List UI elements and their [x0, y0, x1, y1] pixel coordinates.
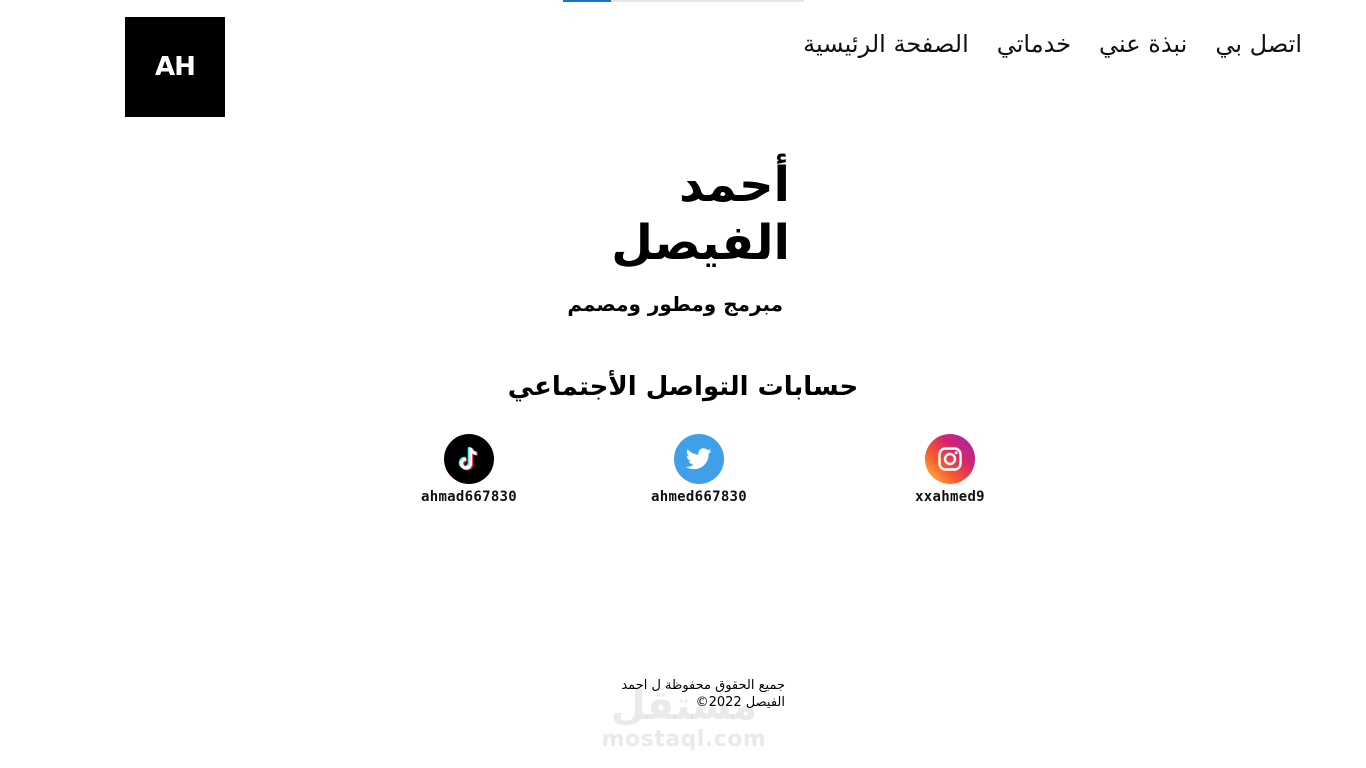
tiktok-handle: ahmad667830 — [420, 489, 518, 505]
twitter-icon[interactable] — [674, 434, 724, 484]
nav-item-services[interactable]: خدماتي — [997, 30, 1071, 58]
hero-name-last: الفيصل — [611, 215, 790, 271]
footer-line-2: الفيصل 2022© — [695, 695, 785, 710]
main-nav: الصفحة الرئيسية خدماتي نبذة عني اتصل بي — [803, 30, 1302, 58]
tiktok-icon[interactable] — [444, 434, 494, 484]
scroll-indicator-thumb — [563, 0, 611, 2]
logo-text: AH — [155, 52, 196, 82]
nav-item-contact[interactable]: اتصل بي — [1215, 30, 1302, 58]
social-section-title: حسابات التواصل الأجتماعي — [507, 372, 859, 402]
social-link-twitter[interactable]: ahmed667830 — [619, 434, 779, 505]
instagram-icon[interactable] — [925, 434, 975, 484]
nav-item-home[interactable]: الصفحة الرئيسية — [803, 30, 969, 58]
footer-line-1: جميع الحقوق محفوظة ل احمد — [621, 678, 785, 693]
social-link-instagram[interactable]: xxahmed9 — [870, 434, 1030, 505]
instagram-handle: xxahmed9 — [915, 489, 985, 505]
watermark-latin: mostaql.com — [601, 727, 767, 752]
site-logo[interactable]: AH — [125, 17, 225, 117]
social-link-tiktok[interactable]: ahmad667830 — [389, 434, 549, 505]
hero-name-first: أحمد — [679, 157, 790, 213]
scroll-indicator — [563, 0, 804, 2]
hero-subtitle: مبرمج ومطور ومصمم — [567, 292, 783, 316]
hero-name: أحمد الفيصل — [570, 156, 790, 272]
footer-copyright: جميع الحقوق محفوظة ل احمد الفيصل 2022© — [575, 677, 785, 711]
twitter-handle: ahmed667830 — [650, 489, 748, 505]
nav-item-about[interactable]: نبذة عني — [1099, 30, 1187, 58]
